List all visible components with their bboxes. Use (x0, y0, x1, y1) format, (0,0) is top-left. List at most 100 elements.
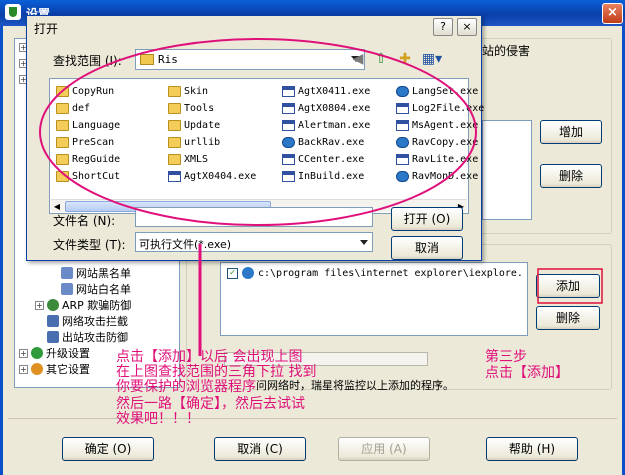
app-icon (396, 85, 409, 97)
upper-listbox[interactable] (482, 120, 532, 220)
tree-item-site-blacklist[interactable]: 网站黑名单 (61, 265, 131, 281)
exe-icon (396, 153, 409, 165)
dialog-title-bar: 打开 ? × (27, 16, 481, 38)
file-item[interactable]: AgtX0411.exe (282, 83, 370, 99)
tree-item-site-whitelist[interactable]: 网站白名单 (61, 281, 131, 297)
file-item[interactable]: ShortCut (56, 168, 120, 184)
delete-program-button[interactable]: 删除 (536, 306, 600, 330)
expander-icon[interactable]: + (19, 364, 28, 374)
file-name: CCenter.exe (298, 153, 365, 165)
filetype-value: 可执行文件(*.exe) (139, 238, 232, 251)
add-program-button[interactable]: 添加 (536, 274, 600, 298)
file-item[interactable]: PreScan (56, 134, 114, 150)
tree-item-label: ARP 欺骗防御 (62, 299, 132, 312)
file-item[interactable]: Language (56, 117, 120, 133)
apply-button[interactable]: 应用 (A) (338, 437, 430, 461)
file-name: AgtX0404.exe (184, 170, 257, 182)
file-item[interactable]: LangSet.exe (396, 83, 478, 99)
tree-item-other-settings[interactable]: + 其它设置 (19, 361, 90, 377)
checkbox-checked-icon[interactable]: ✓ (227, 267, 238, 279)
file-item[interactable]: AgtX0404.exe (168, 168, 256, 184)
annotation-left-5: 效果吧！！！ (116, 411, 200, 427)
open-file-dialog: 打开 ? × 查找范围 (I): Ris ◀ ⇧ ✚ ▦▾ CopyRun def… (26, 15, 484, 261)
dialog-cancel-button[interactable]: 取消 (391, 236, 463, 260)
help-icon[interactable]: ? (433, 18, 453, 36)
look-in-value: Ris (158, 53, 178, 66)
file-name: BackRav.exe (298, 136, 365, 148)
file-list[interactable]: CopyRun def Language PreScan RegGuide ShortCu… (49, 78, 484, 214)
chevron-down-icon[interactable] (360, 240, 368, 245)
file-item[interactable]: MsAgent.exe (396, 117, 478, 133)
list-item[interactable]: ✓ c:\program files\internet explorer\iex… (227, 267, 523, 279)
exe-icon (282, 153, 295, 165)
delete-button[interactable]: 删除 (540, 164, 602, 188)
app-logo-icon (5, 4, 21, 20)
file-item[interactable]: InBuild.exe (282, 168, 364, 184)
scroll-left-icon[interactable]: ◀ (51, 201, 63, 212)
tree-item-arp-defense[interactable]: + ARP 欺骗防御 (35, 297, 131, 313)
tree-item-attack-intercept[interactable]: 网络攻击拦截 (47, 313, 128, 329)
exe-icon (396, 102, 409, 114)
file-item[interactable]: Update (168, 117, 220, 133)
close-icon[interactable]: × (457, 18, 477, 36)
file-name: InBuild.exe (298, 170, 365, 182)
file-item[interactable]: RavCopy.exe (396, 134, 478, 150)
expander-icon[interactable]: + (35, 300, 44, 310)
open-button[interactable]: 打开 (O) (391, 207, 463, 231)
ok-button[interactable]: 确定 (O) (62, 437, 154, 461)
list-icon (61, 283, 73, 295)
protected-apps-list[interactable]: ✓ c:\program files\internet explorer\iex… (220, 262, 528, 336)
filetype-label: 文件类型 (T): (53, 238, 126, 252)
annotation-left-4: 然后一路【确定】，然后去试试 (116, 396, 305, 412)
file-item[interactable]: RegGuide (56, 151, 120, 167)
annotation-left-3: 你要保护的浏览器程序 (116, 379, 256, 395)
file-name: urllib (184, 136, 221, 148)
file-item[interactable]: Skin (168, 83, 208, 99)
network-icon (47, 331, 59, 343)
annotation-left-1: 点击【添加】以后 会出现上图 (116, 349, 303, 365)
gear-icon (31, 363, 43, 375)
file-item[interactable]: XMLS (168, 151, 208, 167)
tree-item-label: 网站白名单 (76, 283, 131, 296)
annotation-step3-text: 点击【添加】 (485, 365, 569, 381)
bottom-separator (8, 418, 617, 419)
file-item[interactable]: Log2File.exe (396, 100, 484, 116)
add-button[interactable]: 增加 (540, 120, 602, 144)
view-menu-icon[interactable]: ▦▾ (419, 49, 445, 69)
file-item[interactable]: RavLite.exe (396, 151, 478, 167)
exe-icon (282, 170, 295, 182)
tree-item-update-settings[interactable]: + 升级设置 (19, 345, 90, 361)
filetype-select[interactable]: 可执行文件(*.exe) (135, 232, 373, 252)
update-icon (31, 347, 43, 359)
new-folder-icon[interactable]: ✚ (395, 49, 415, 69)
folder-icon (140, 54, 154, 65)
file-item[interactable]: AgtX0804.exe (282, 100, 370, 116)
exe-icon (282, 119, 295, 131)
arp-icon (47, 299, 59, 311)
file-item[interactable]: CopyRun (56, 83, 114, 99)
back-icon[interactable]: ◀ (348, 49, 368, 69)
expander-icon[interactable]: + (19, 348, 28, 358)
tree-item-outbound-defense[interactable]: 出站攻击防御 (47, 329, 128, 345)
file-name: RavCopy.exe (412, 136, 479, 148)
file-item[interactable]: def (56, 100, 90, 116)
settings-close-button[interactable]: × (602, 3, 623, 24)
exe-icon (282, 85, 295, 97)
file-name: MsAgent.exe (412, 119, 479, 131)
file-item[interactable]: RavMonD.exe (396, 168, 478, 184)
file-item[interactable]: urllib (168, 134, 220, 150)
file-name: def (72, 102, 91, 114)
exe-icon (282, 102, 295, 114)
help-button[interactable]: 帮助 (H) (486, 437, 578, 461)
ie-icon (242, 267, 254, 279)
file-item[interactable]: CCenter.exe (282, 151, 364, 167)
up-folder-icon[interactable]: ⇧ (371, 49, 391, 69)
look-in-combo[interactable]: Ris (135, 49, 365, 70)
file-item[interactable]: BackRav.exe (282, 134, 364, 150)
file-name: AgtX0411.exe (298, 85, 371, 97)
list-item-path: c:\program files\internet explorer\iexpl… (258, 267, 523, 279)
cancel-button[interactable]: 取消 (C) (214, 437, 306, 461)
file-item[interactable]: Tools (168, 100, 214, 116)
file-item[interactable]: Alertman.exe (282, 117, 370, 133)
filename-input[interactable] (135, 207, 373, 227)
